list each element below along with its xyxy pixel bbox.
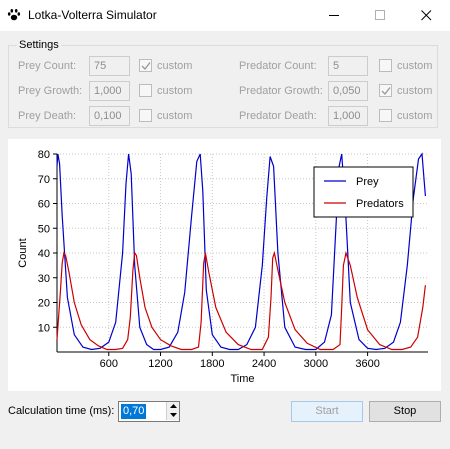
prey-death-custom-checkbox[interactable] bbox=[139, 109, 152, 122]
window-title: Lotka-Volterra Simulator bbox=[28, 8, 157, 22]
x-tick-label: 1200 bbox=[148, 358, 172, 370]
predator-growth-custom-label: custom bbox=[397, 85, 433, 97]
settings-group-title: Settings bbox=[17, 39, 61, 51]
y-tick-label: 60 bbox=[38, 199, 50, 211]
minimize-button[interactable] bbox=[312, 0, 358, 31]
prey-growth-label: Prey Growth: bbox=[18, 85, 83, 97]
prey-count-custom-label: custom bbox=[157, 60, 193, 72]
minimize-icon bbox=[329, 15, 339, 16]
prey-count-custom-checkbox[interactable] bbox=[139, 59, 152, 72]
predator-growth-field[interactable]: 0,050 bbox=[328, 81, 368, 101]
predator-growth-label: Predator Growth: bbox=[239, 85, 323, 97]
x-tick-label: 2400 bbox=[252, 358, 276, 370]
prey-death-field[interactable]: 0,100 bbox=[89, 106, 130, 126]
legend-label-predators: Predators bbox=[356, 198, 404, 210]
x-tick-label: 600 bbox=[100, 358, 118, 370]
close-icon bbox=[421, 10, 432, 21]
y-tick-label: 20 bbox=[38, 298, 50, 310]
predator-count-custom-label: custom bbox=[397, 60, 433, 72]
predator-death-label: Predator Death: bbox=[239, 110, 317, 122]
arrow-up-icon bbox=[170, 404, 177, 408]
y-tick-label: 40 bbox=[38, 248, 50, 260]
prey-count-label: Prey Count: bbox=[18, 60, 77, 72]
x-tick-label: 3600 bbox=[355, 358, 379, 370]
calc-time-spinbox[interactable]: 0,70 bbox=[118, 401, 180, 422]
predator-count-label: Predator Count: bbox=[239, 60, 317, 72]
maximize-icon bbox=[375, 10, 385, 20]
start-button[interactable]: Start bbox=[291, 401, 363, 422]
y-tick-label: 50 bbox=[38, 223, 50, 235]
paw-icon bbox=[7, 9, 21, 21]
y-tick-label: 10 bbox=[38, 322, 50, 334]
checkmark-icon bbox=[141, 62, 151, 71]
predator-growth-custom-checkbox[interactable] bbox=[379, 84, 392, 97]
y-tick-label: 70 bbox=[38, 174, 50, 186]
series-line-predators bbox=[56, 250, 426, 351]
chart-svg: 600 1200 1800 2400 3000 3600 10 20 30 40 50 60 70 80 T… bbox=[17, 149, 428, 385]
y-axis-label: Count bbox=[17, 238, 29, 267]
spin-down-button[interactable] bbox=[166, 411, 179, 420]
x-tick-label: 1800 bbox=[200, 358, 224, 370]
y-tick-label: 30 bbox=[38, 273, 50, 285]
predator-death-field[interactable]: 1,000 bbox=[328, 106, 368, 126]
close-button[interactable] bbox=[404, 0, 450, 31]
arrow-down-icon bbox=[170, 413, 177, 417]
legend-label-prey: Prey bbox=[356, 176, 379, 188]
stop-button[interactable]: Stop bbox=[369, 401, 441, 422]
predator-count-field[interactable]: 5 bbox=[328, 56, 368, 76]
prey-growth-field[interactable]: 1,000 bbox=[89, 81, 130, 101]
prey-count-field[interactable]: 75 bbox=[89, 56, 130, 76]
y-tick-label: 80 bbox=[38, 149, 50, 161]
checkmark-icon bbox=[381, 87, 391, 96]
calc-time-label: Calculation time (ms): bbox=[8, 405, 115, 417]
spin-up-button[interactable] bbox=[166, 402, 179, 411]
predator-count-custom-checkbox[interactable] bbox=[379, 59, 392, 72]
prey-death-custom-label: custom bbox=[157, 110, 193, 122]
prey-growth-custom-checkbox[interactable] bbox=[139, 84, 152, 97]
x-tick-label: 3000 bbox=[304, 358, 328, 370]
title-bar: Lotka-Volterra Simulator bbox=[0, 0, 450, 31]
population-chart: 600 1200 1800 2400 3000 3600 10 20 30 40 50 60 70 80 T… bbox=[8, 139, 441, 391]
predator-death-custom-checkbox[interactable] bbox=[379, 109, 392, 122]
x-axis-label: Time bbox=[230, 373, 254, 385]
prey-growth-custom-label: custom bbox=[157, 85, 193, 97]
maximize-button[interactable] bbox=[358, 0, 404, 31]
calc-time-value[interactable]: 0,70 bbox=[121, 404, 147, 419]
predator-death-custom-label: custom bbox=[397, 110, 433, 122]
prey-death-label: Prey Death: bbox=[18, 110, 77, 122]
